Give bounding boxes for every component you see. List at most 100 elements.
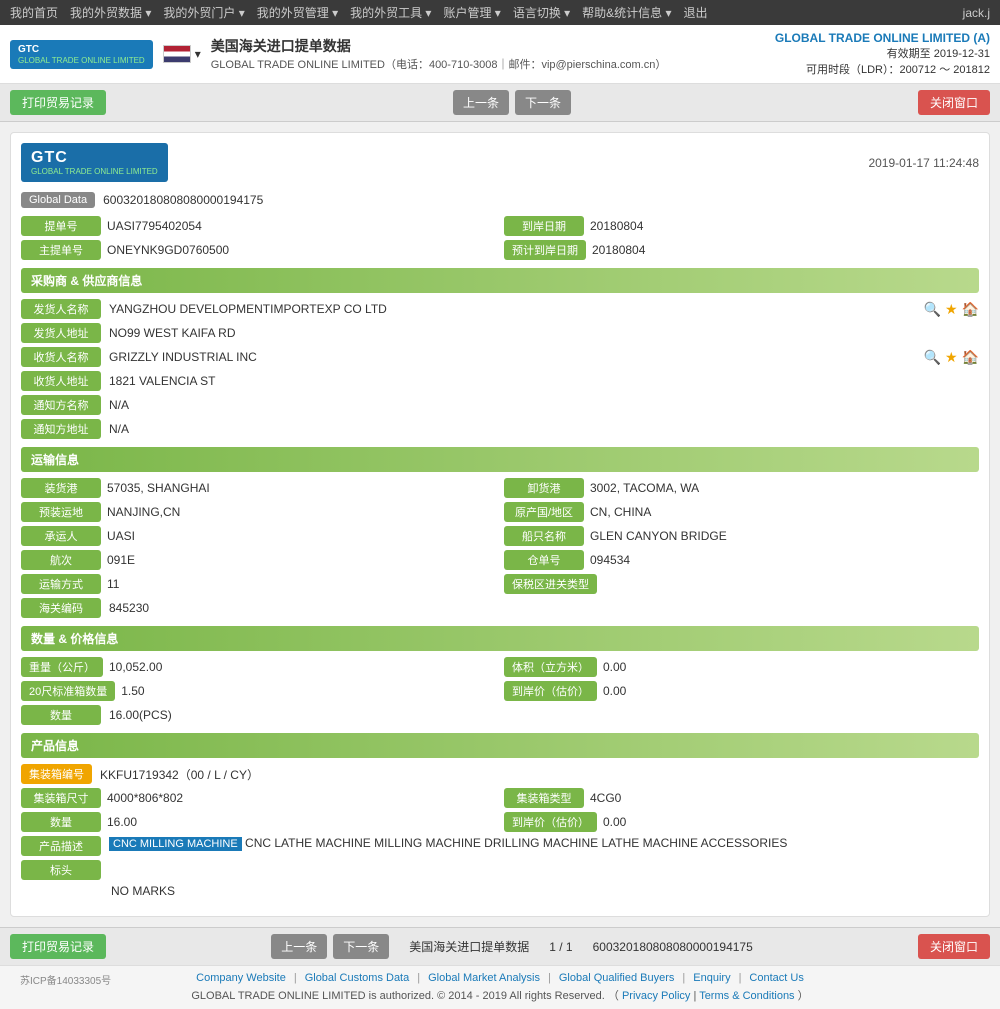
carrier-field: 承运人 UASI [21, 526, 496, 546]
footer-link-enquiry[interactable]: Enquiry [693, 972, 730, 984]
shipper-home-icon[interactable]: 🏠 [962, 301, 979, 318]
next-button[interactable]: 下一条 [515, 90, 571, 115]
volume-value: 0.00 [603, 660, 979, 674]
main-content: GTC GLOBAL TRADE ONLINE LIMITED 2019-01-… [0, 122, 1000, 927]
footer-privacy-link[interactable]: Privacy Policy [622, 990, 690, 1002]
customs-code-label: 海关编码 [21, 598, 101, 618]
container20-label: 20尺标准箱数量 [21, 681, 115, 701]
nav-user: jack.j [963, 6, 990, 20]
product-price-value: 0.00 [603, 815, 979, 829]
consignee-search-icon[interactable]: 🔍 [924, 349, 941, 366]
bill-fields: 提单号 UASI7795402054 到岸日期 20180804 主提单号 ON… [21, 216, 979, 260]
pre-transport-field: 预装运地 NANJING,CN [21, 502, 496, 522]
gtc-logo-subtext: GLOBAL TRADE ONLINE LIMITED [31, 167, 158, 176]
bottom-prev-button[interactable]: 上一条 [271, 934, 327, 959]
consignee-addr-value: 1821 VALENCIA ST [109, 374, 979, 388]
print-button[interactable]: 打印贸易记录 [10, 90, 106, 115]
bottom-toolbar: 打印贸易记录 上一条 下一条 美国海关进口提单数据 1 / 1 60032018… [0, 927, 1000, 965]
page-title: 美国海关进口提单数据 [211, 36, 667, 56]
weight-field: 重量（公斤） 10,052.00 [21, 657, 496, 677]
desc-label: 产品描述 [21, 836, 101, 856]
nav-logout[interactable]: 退出 [684, 4, 708, 21]
container-type-field: 集装箱类型 4CG0 [504, 788, 979, 808]
consignee-addr-label: 收货人地址 [21, 371, 101, 391]
container-type-label: 集装箱类型 [504, 788, 584, 808]
record-card: GTC GLOBAL TRADE ONLINE LIMITED 2019-01-… [10, 132, 990, 917]
product-header: 产品信息 [21, 733, 979, 758]
nav-tools[interactable]: 我的外贸工具 ▾ [350, 4, 431, 21]
ldr-info: 可用时段（LDR）：200712 ～ 201812 [775, 61, 990, 77]
transport-mode-value: 11 [107, 577, 496, 591]
transport-fields: 装货港 57035, SHANGHAI 卸货港 3002, TACOMA, WA… [21, 478, 979, 594]
record-datetime: 2019-01-17 11:24:48 [868, 156, 979, 170]
footer-link-customs[interactable]: Global Customs Data [305, 972, 410, 984]
shipper-name-value: YANGZHOU DEVELOPMENTIMPORTEXP CO LTD [109, 302, 912, 316]
page-current: 1 / 1 [549, 940, 572, 954]
footer-link-company[interactable]: Company Website [196, 972, 286, 984]
carrier-label: 承运人 [21, 526, 101, 546]
volume-label: 体积（立方米） [504, 657, 597, 677]
transport-mode-label: 运输方式 [21, 574, 101, 594]
record-logo: GTC GLOBAL TRADE ONLINE LIMITED [21, 143, 168, 182]
container20-field: 20尺标准箱数量 1.50 [21, 681, 496, 701]
nav-trade-data[interactable]: 我的外贸数据 ▾ [70, 4, 151, 21]
footer-link-buyers[interactable]: Global Qualified Buyers [559, 972, 675, 984]
notify-name-label: 通知方名称 [21, 395, 101, 415]
notify-name-value: N/A [109, 398, 979, 412]
consignee-star-icon[interactable]: ★ [945, 349, 958, 366]
weight-label: 重量（公斤） [21, 657, 103, 677]
prev-button[interactable]: 上一条 [453, 90, 509, 115]
buyer-supplier-section: 采购商 & 供应商信息 发货人名称 YANGZHOU DEVELOPMENTIM… [21, 268, 979, 439]
estimated-arrival-value: 20180804 [592, 243, 979, 257]
marks-row: 标头 [21, 860, 979, 880]
bottom-next-button[interactable]: 下一条 [333, 934, 389, 959]
pre-transport-label: 预装运地 [21, 502, 101, 522]
nav-account[interactable]: 账户管理 ▾ [443, 4, 500, 21]
consignee-name-row: 收货人名称 GRIZZLY INDUSTRIAL INC 🔍 ★ 🏠 [21, 347, 979, 367]
right-company-name: GLOBAL TRADE ONLINE LIMITED (A) [775, 31, 990, 45]
navigation-buttons: 上一条 下一条 [453, 90, 571, 115]
bottom-close-button[interactable]: 关闭窗口 [918, 934, 990, 959]
desc-rest: CNC LATHE MACHINE MILLING MACHINE DRILLI… [242, 836, 788, 850]
nav-portal[interactable]: 我的外贸门户 ▾ [163, 4, 244, 21]
close-button[interactable]: 关闭窗口 [918, 90, 990, 115]
origin-region-label: 原产国/地区 [504, 502, 584, 522]
vessel-name-value: GLEN CANYON BRIDGE [590, 529, 979, 543]
shipper-star-icon[interactable]: ★ [945, 301, 958, 318]
shipper-name-label: 发货人名称 [21, 299, 101, 319]
nav-home[interactable]: 我的首页 [10, 4, 58, 21]
consignee-home-icon[interactable]: 🏠 [962, 349, 979, 366]
pre-transport-value: NANJING,CN [107, 505, 496, 519]
notify-addr-label: 通知方地址 [21, 419, 101, 439]
footer-link-market[interactable]: Global Market Analysis [428, 972, 540, 984]
flag-selector[interactable]: ▾ [163, 45, 201, 63]
shipper-search-icon[interactable]: 🔍 [924, 301, 941, 318]
bottom-print-button[interactable]: 打印贸易记录 [10, 934, 106, 959]
quantity-price-section: 数量 & 价格信息 重量（公斤） 10,052.00 体积（立方米） 0.00 … [21, 626, 979, 725]
header-title-section: 美国海关进口提单数据 GLOBAL TRADE ONLINE LIMITED（电… [211, 36, 667, 72]
product-section: 产品信息 集装箱编号 KKFU1719342（00 / L / CY） 集装箱尺… [21, 733, 979, 898]
nav-help[interactable]: 帮助&统计信息 ▾ [582, 4, 671, 21]
product-price-field: 到岸价（估价） 0.00 [504, 812, 979, 832]
footer-link-contact[interactable]: Contact Us [749, 972, 803, 984]
bill-no-value: UASI7795402054 [107, 219, 496, 233]
product-qty-value: 16.00 [107, 815, 496, 829]
quantity-price-header: 数量 & 价格信息 [21, 626, 979, 651]
us-flag-icon [163, 45, 191, 63]
nav-language[interactable]: 语言切换 ▾ [513, 4, 570, 21]
company-info: GLOBAL TRADE ONLINE LIMITED（电话：400-710-3… [211, 56, 667, 72]
qp-fields: 重量（公斤） 10,052.00 体积（立方米） 0.00 20尺标准箱数量 1… [21, 657, 979, 701]
nav-manage[interactable]: 我的外贸管理 ▾ [257, 4, 338, 21]
bill-label: 美国海关进口提单数据 [409, 938, 529, 955]
voyage-field: 航次 091E [21, 550, 496, 570]
header-right: GLOBAL TRADE ONLINE LIMITED (A) 有效期至 201… [775, 31, 990, 77]
arrival-date-field: 到岸日期 20180804 [504, 216, 979, 236]
main-bill-value: ONEYNK9GD0760500 [107, 243, 496, 257]
shipper-addr-row: 发货人地址 NO99 WEST KAIFA RD [21, 323, 979, 343]
consignee-addr-row: 收货人地址 1821 VALENCIA ST [21, 371, 979, 391]
transport-mode-field: 运输方式 11 [21, 574, 496, 594]
footer-terms-link[interactable]: Terms & Conditions [699, 990, 794, 1002]
arrival-date-value: 20180804 [590, 219, 979, 233]
arrival-port-field: 卸货港 3002, TACOMA, WA [504, 478, 979, 498]
weight-value: 10,052.00 [109, 660, 496, 674]
